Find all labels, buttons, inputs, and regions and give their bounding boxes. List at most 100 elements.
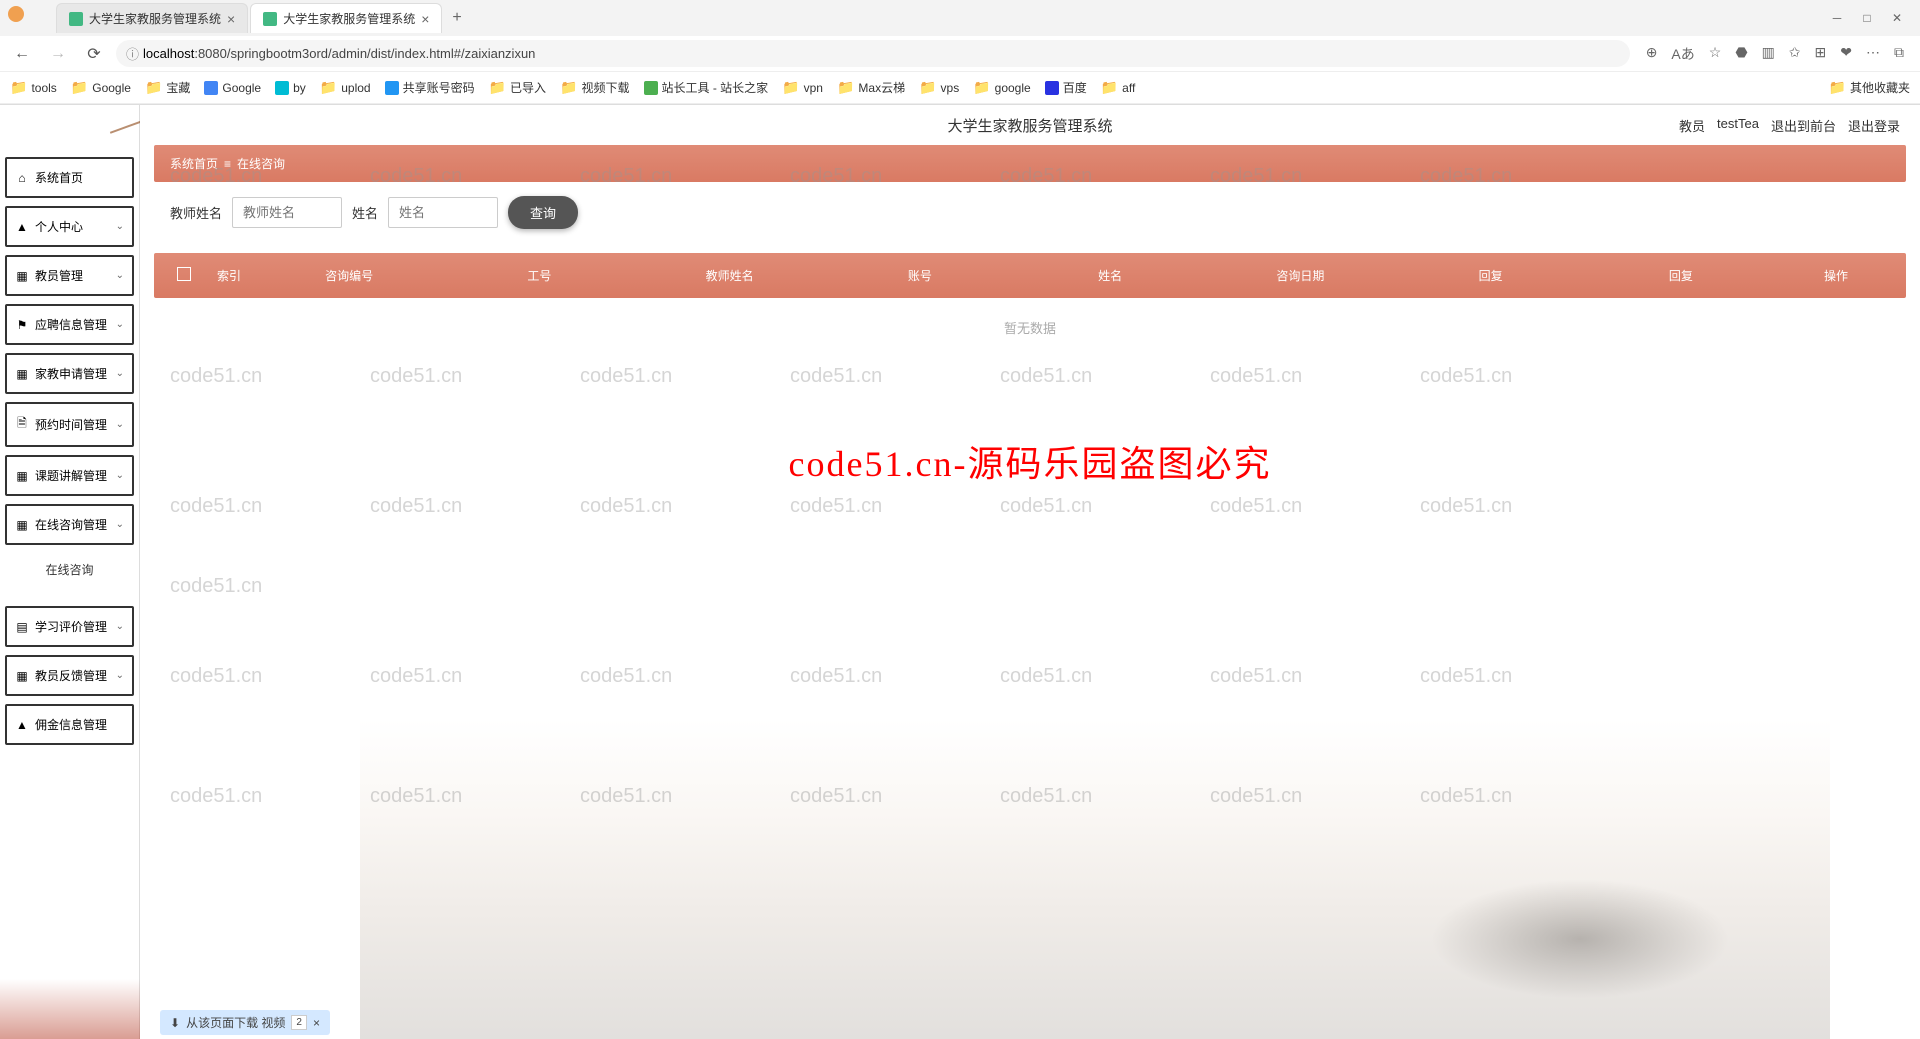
teacher-name-input[interactable]: [232, 197, 342, 228]
folder-icon: 📁: [1829, 79, 1846, 96]
name-input[interactable]: [388, 197, 498, 228]
bookmark-overflow[interactable]: 📁其他收藏夹: [1829, 79, 1910, 96]
favorite-icon[interactable]: ☆: [1709, 44, 1722, 64]
account-icon: [385, 81, 399, 95]
folder-icon: 📁: [919, 79, 936, 96]
favorites-bar-icon[interactable]: ✩: [1789, 44, 1801, 64]
chevron-down-icon: ⌄: [116, 670, 124, 681]
bookmark-aff[interactable]: 📁aff: [1101, 79, 1136, 96]
bookmark-vpn[interactable]: 📁vpn: [782, 79, 823, 96]
logout-link[interactable]: 退出登录: [1848, 116, 1900, 135]
bookmark-google-folder[interactable]: 📁Google: [71, 79, 131, 96]
bookmark-baidu[interactable]: 百度: [1045, 79, 1087, 96]
bookmark-google-folder2[interactable]: 📁google: [973, 79, 1030, 96]
search-icon[interactable]: ⊕: [1646, 44, 1658, 64]
notif-text: 从该页面下载 视频: [186, 1014, 285, 1031]
sidebar-item-consult[interactable]: ▦在线咨询管理⌄: [5, 504, 134, 545]
bookmark-treasure[interactable]: 📁宝藏: [145, 79, 190, 96]
url-host: localhost: [143, 46, 194, 61]
sidebar-item-evaluation[interactable]: ▤学习评价管理⌄: [5, 606, 134, 647]
close-window-icon[interactable]: ✕: [1890, 11, 1904, 25]
person-icon: ▲: [15, 220, 29, 234]
sidebar-item-topic[interactable]: ▦课题讲解管理⌄: [5, 455, 134, 496]
read-aloud-icon[interactable]: Aあ: [1671, 44, 1694, 64]
vue-icon: [69, 12, 83, 26]
folder-icon: 📁: [973, 79, 990, 96]
chevron-down-icon: ⌄: [116, 221, 124, 232]
profile-avatar-icon[interactable]: [8, 6, 24, 22]
maximize-icon[interactable]: □: [1860, 11, 1874, 25]
extension-icon[interactable]: ⬣: [1735, 44, 1747, 64]
bookmark-vps[interactable]: 📁vps: [919, 79, 959, 96]
sidebar-item-booking[interactable]: 🗎预约时间管理⌄: [5, 402, 134, 447]
folder-icon: 📁: [320, 79, 337, 96]
column-teacher-name: 教师姓名: [635, 267, 825, 284]
sidebar-item-profile[interactable]: ▲个人中心⌄: [5, 206, 134, 247]
person-icon: ▲: [15, 718, 29, 732]
close-icon[interactable]: ×: [313, 1016, 320, 1030]
close-icon[interactable]: ×: [227, 11, 235, 27]
bookmark-video-dl[interactable]: 📁视频下载: [560, 79, 629, 96]
logout-front-link[interactable]: 退出到前台: [1771, 116, 1836, 135]
refresh-button[interactable]: ⟳: [80, 40, 108, 68]
bookmark-google[interactable]: Google: [204, 81, 261, 95]
menu-icon[interactable]: ⋯: [1866, 44, 1880, 64]
folder-icon: 📁: [782, 79, 799, 96]
close-icon[interactable]: ×: [421, 11, 429, 27]
chevron-down-icon: ⌄: [116, 319, 124, 330]
browser-tab-1[interactable]: 大学生家教服务管理系统 ×: [56, 3, 248, 33]
new-tab-button[interactable]: +: [444, 5, 469, 31]
google-icon: [204, 81, 218, 95]
minimize-icon[interactable]: ─: [1830, 11, 1844, 25]
chevron-down-icon: ⌄: [116, 368, 124, 379]
tab-title: 大学生家教服务管理系统: [283, 10, 415, 27]
sidebar-item-home[interactable]: ⌂系统首页: [5, 157, 134, 198]
select-all-checkbox[interactable]: [164, 267, 204, 284]
sidebar-item-feedback[interactable]: ▦教员反馈管理⌄: [5, 655, 134, 696]
forward-button[interactable]: →: [44, 40, 72, 68]
sidebar-icon[interactable]: ⧉: [1894, 44, 1904, 64]
data-table: 索引 咨询编号 工号 教师姓名 账号 姓名 咨询日期 回复 回复 操作 暂无数据: [154, 253, 1906, 357]
grid-icon: ▦: [15, 269, 29, 283]
folder-icon: 📁: [10, 79, 27, 96]
chevron-down-icon: ⌄: [116, 470, 124, 481]
app-container: ⌂系统首页 ▲个人中心⌄ ▦教员管理⌄ ⚑应聘信息管理⌄ ▦家教申请管理⌄ 🗎预…: [0, 105, 1920, 1039]
bookmark-by[interactable]: by: [275, 81, 306, 95]
sidebar-item-commission[interactable]: ▲佣金信息管理: [5, 704, 134, 745]
vue-icon: [263, 12, 277, 26]
bookmark-zhanzhang[interactable]: 站长工具 - 站长之家: [644, 79, 769, 96]
sidebar-item-apply[interactable]: ⚑应聘信息管理⌄: [5, 304, 134, 345]
download-icon: ⬇: [170, 1016, 180, 1030]
bookmark-imported[interactable]: 📁已导入: [489, 79, 546, 96]
bookmark-tools[interactable]: 📁tools: [10, 79, 57, 96]
bookmark-maxyunti[interactable]: 📁Max云梯: [837, 79, 905, 96]
watermark-main: code51.cn-源码乐园盗图必究: [789, 435, 1272, 487]
download-notification[interactable]: ⬇ 从该页面下载 视频 2 ×: [160, 1010, 330, 1035]
bookmark-uplod[interactable]: 📁uplod: [320, 79, 371, 96]
column-reply2: 回复: [1586, 267, 1776, 284]
column-consult-id: 咨询编号: [254, 267, 444, 284]
by-icon: [275, 81, 289, 95]
url-input[interactable]: ⓘ localhost:8080/springbootm3ord/admin/d…: [116, 40, 1630, 67]
sidebar-item-tutor-apply[interactable]: ▦家教申请管理⌄: [5, 353, 134, 394]
notif-count: 2: [291, 1015, 307, 1030]
back-button[interactable]: ←: [8, 40, 36, 68]
column-name: 姓名: [1015, 267, 1205, 284]
search-label-name: 姓名: [352, 203, 378, 222]
chevron-down-icon: ⌄: [116, 270, 124, 281]
breadcrumb-home[interactable]: 系统首页: [170, 155, 218, 172]
sidebar-submenu-consult[interactable]: 在线咨询: [5, 553, 134, 586]
bookmark-shared-account[interactable]: 共享账号密码: [385, 79, 475, 96]
chevron-down-icon: ⌄: [116, 621, 124, 632]
download-icon[interactable]: ⊞: [1815, 44, 1827, 64]
collections-icon[interactable]: ▥: [1762, 44, 1775, 64]
performance-icon[interactable]: ❤: [1840, 44, 1852, 64]
search-button[interactable]: 查询: [508, 196, 578, 229]
column-date: 咨询日期: [1205, 267, 1395, 284]
breadcrumb: 系统首页 ≡ 在线咨询: [154, 145, 1906, 182]
browser-tab-2[interactable]: 大学生家教服务管理系统 ×: [250, 3, 442, 33]
search-label-teacher: 教师姓名: [170, 203, 222, 222]
table-header-row: 索引 咨询编号 工号 教师姓名 账号 姓名 咨询日期 回复 回复 操作: [154, 253, 1906, 298]
sidebar-item-teacher[interactable]: ▦教员管理⌄: [5, 255, 134, 296]
chevron-down-icon: ⌄: [116, 419, 124, 430]
